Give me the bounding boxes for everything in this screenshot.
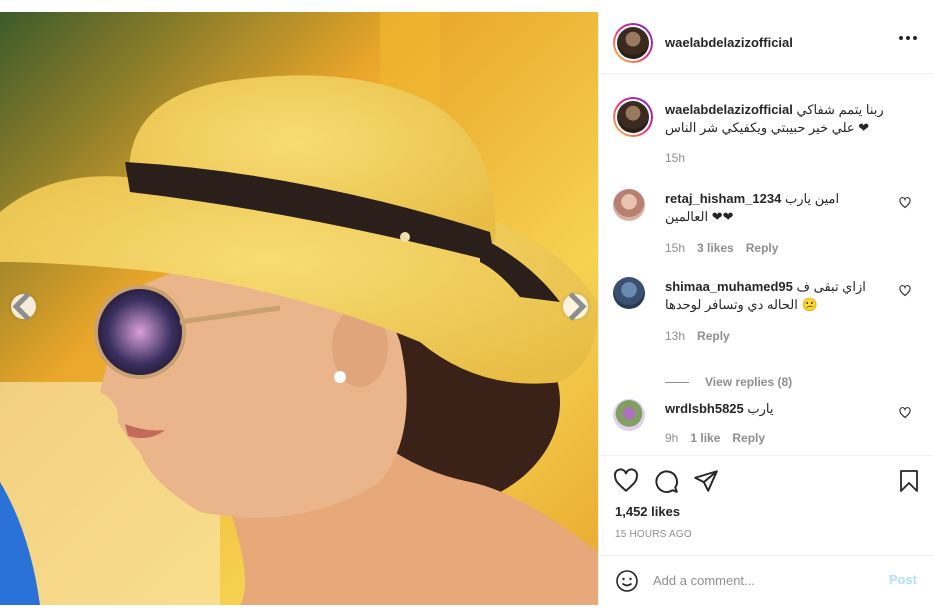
post-side-panel: waelabdelazizofficial waelabdelazizoffic…	[598, 12, 933, 605]
post-header: waelabdelazizofficial	[599, 12, 933, 74]
commenter-avatar[interactable]	[613, 277, 645, 309]
view-replies-label: View replies (8)	[705, 375, 793, 389]
share-icon[interactable]	[693, 468, 719, 494]
comment-meta: 9h 1 like Reply	[665, 431, 765, 445]
likes-count[interactable]: 1,452 likes	[615, 504, 680, 519]
author-username[interactable]: waelabdelazizofficial	[665, 35, 793, 50]
like-comment-icon[interactable]	[899, 285, 911, 297]
like-comment-icon[interactable]	[899, 197, 911, 209]
comment-time: 13h	[665, 329, 686, 343]
comment-text-block: shimaa_muhamed95 ازاي تبقى ف الحاله دي و…	[665, 278, 885, 314]
caption-time: 15h	[665, 151, 686, 165]
action-icons	[613, 468, 921, 498]
comment-username[interactable]: wrdlsbh5825	[665, 401, 744, 416]
comment-input[interactable]	[653, 573, 873, 588]
post-actions: 1,452 likes 15 HOURS AGO	[599, 455, 933, 555]
smiley-icon[interactable]	[615, 569, 639, 593]
caption-text-block: waelabdelazizofficial ربنا يتمم شفاكي عل…	[665, 101, 905, 137]
comments-section: waelabdelazizofficial ربنا يتمم شفاكي عل…	[599, 75, 933, 455]
post-comment-button[interactable]: Post	[889, 572, 917, 587]
comment-text-block: retaj_hisham_1234 امين يارب العالمين ❤❤	[665, 190, 885, 226]
post-photo	[0, 12, 598, 605]
post-timestamp: 15 HOURS AGO	[615, 529, 692, 540]
reply-button[interactable]: Reply	[746, 241, 779, 255]
comment-likes[interactable]: 3 likes	[697, 241, 734, 255]
comment-time: 15h	[665, 241, 686, 255]
comment-username[interactable]: retaj_hisham_1234	[665, 191, 781, 206]
comment-text-block: wrdlsbh5825 يارب	[665, 400, 885, 418]
reply-button[interactable]: Reply	[697, 329, 730, 343]
commenter-avatar[interactable]	[613, 189, 645, 221]
like-comment-icon[interactable]	[899, 407, 911, 419]
chevron-right-icon	[568, 292, 587, 321]
caption-username[interactable]: waelabdelazizofficial	[665, 102, 793, 117]
add-comment-bar: Post	[599, 555, 933, 605]
comment-meta: 15h 3 likes Reply	[665, 241, 778, 255]
more-options-icon[interactable]	[899, 36, 917, 40]
bookmark-icon[interactable]	[897, 468, 921, 494]
reply-button[interactable]: Reply	[732, 431, 765, 445]
comment-meta: 13h Reply	[665, 329, 730, 343]
post-image[interactable]	[0, 12, 598, 605]
previous-image-button[interactable]	[11, 292, 36, 321]
view-replies-button[interactable]: View replies (8)	[665, 375, 792, 389]
heart-icon[interactable]	[613, 468, 639, 494]
chevron-left-icon	[12, 292, 31, 321]
comment-likes[interactable]: 1 like	[690, 431, 720, 445]
author-avatar[interactable]	[613, 22, 653, 63]
commenter-avatar[interactable]	[613, 399, 645, 431]
caption-avatar[interactable]	[613, 97, 653, 137]
next-image-button[interactable]	[563, 292, 588, 321]
comment-icon[interactable]	[653, 468, 679, 494]
comment-text: يارب	[747, 401, 774, 416]
comment-time: 9h	[665, 431, 679, 445]
comment-username[interactable]: shimaa_muhamed95	[665, 279, 793, 294]
